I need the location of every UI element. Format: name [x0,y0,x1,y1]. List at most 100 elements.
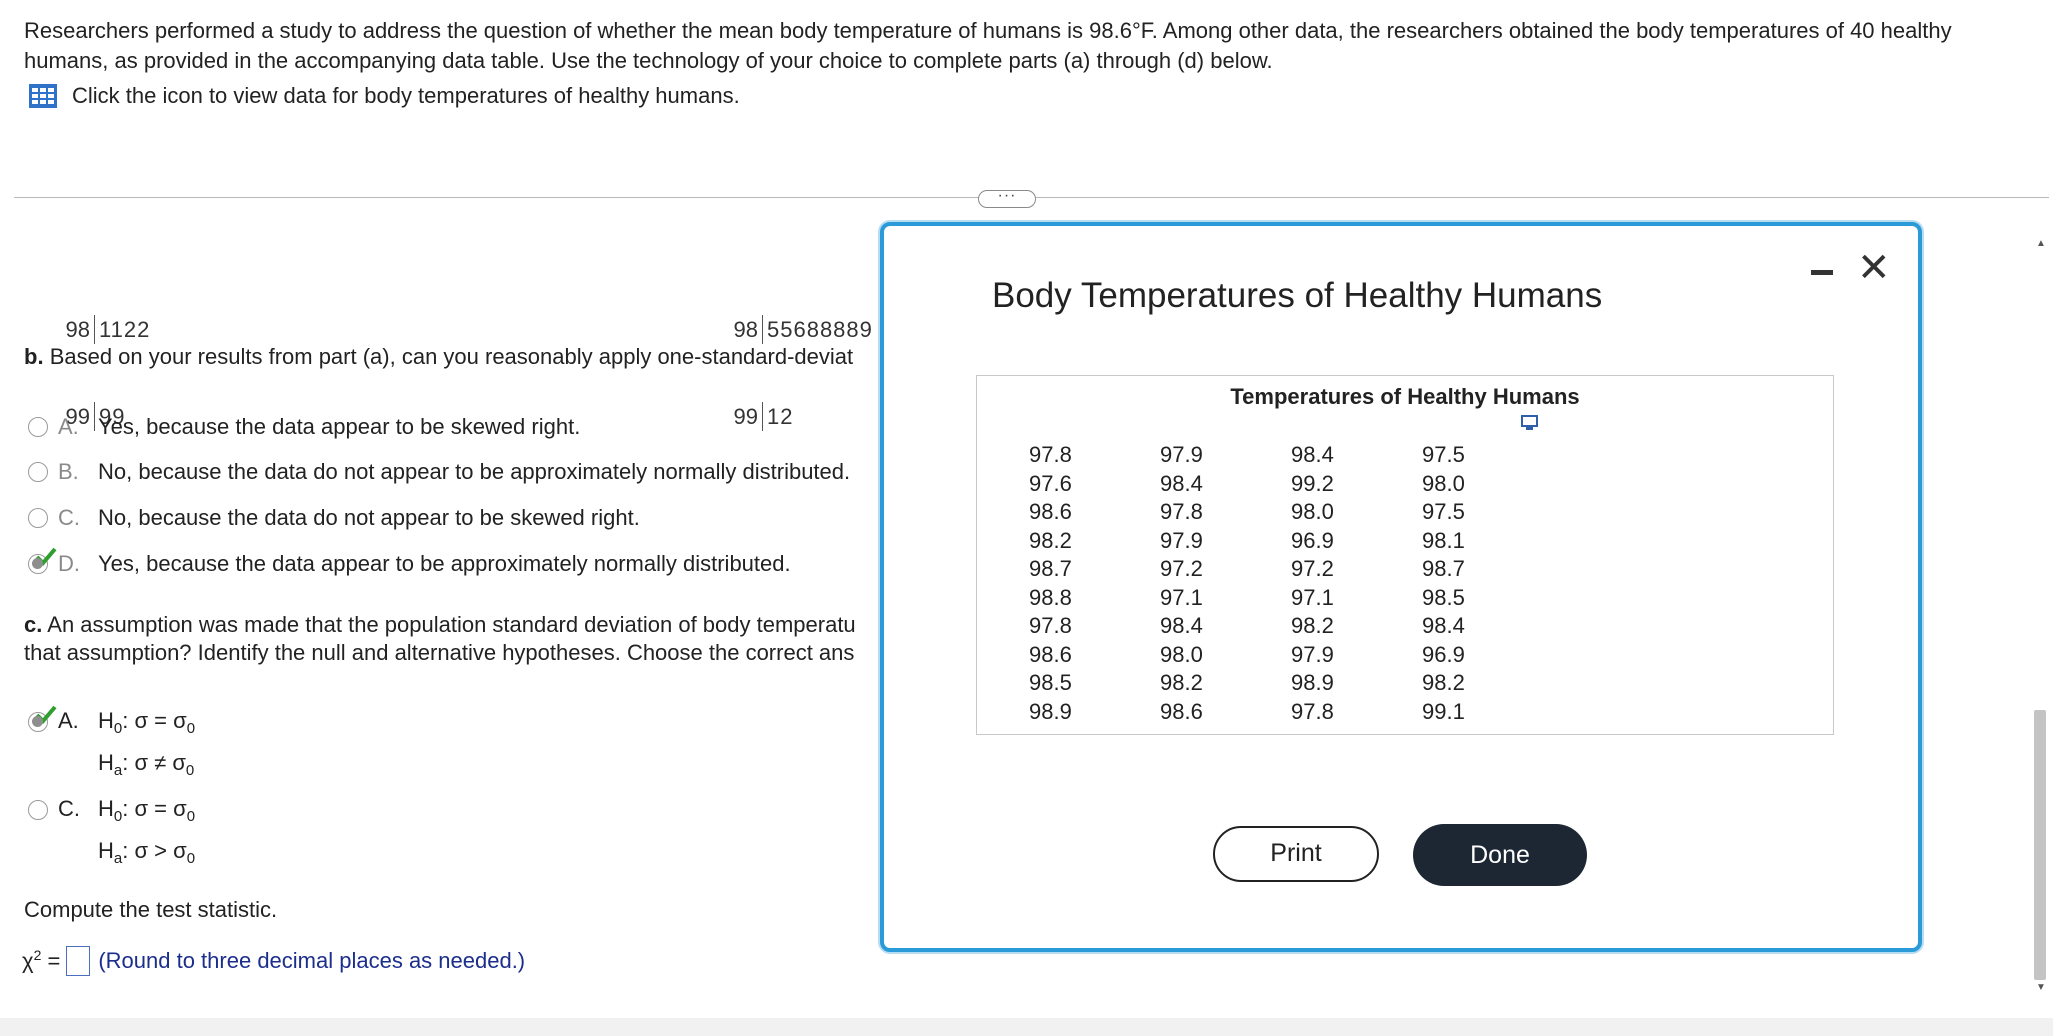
temperature-cell: 97.9 [1160,527,1203,553]
radio-button[interactable] [28,417,48,437]
temperature-cell: 97.9 [1160,442,1203,468]
option-text: No, because the data do not appear to be… [98,459,851,484]
radio-button[interactable] [28,800,48,820]
table-row: 98.2 97.9 96.9 98.1 [1029,527,1553,556]
radio-button-selected[interactable] [28,705,57,732]
temperature-cell: 98.5 [1422,584,1465,610]
table-row: 98.6 97.8 98.0 97.5 [1029,498,1553,527]
close-icon[interactable]: ✕ [1857,248,1891,288]
alternative-hypothesis: Ha: σ > σ0 [98,838,196,867]
part-c-option-c[interactable]: C. H0: σ = σ0 Ha: σ > σ0 [28,792,428,876]
part-c-label: c. [24,612,43,637]
temperature-cell: 98.0 [1422,470,1465,496]
copy-to-clipboard-icon[interactable] [1520,414,1540,432]
part-b-question: b. Based on your results from part (a), … [24,344,882,370]
data-table-panel: Temperatures of Healthy Humans 97.8 97.9 9… [976,375,1834,735]
temperature-cell: 97.2 [1291,556,1334,582]
temperature-cell: 98.4 [1291,442,1334,468]
option-letter: A. [58,414,79,439]
temperature-cell: 98.0 [1160,641,1203,667]
temperature-cell: 99.1 [1422,698,1465,724]
temperature-cell: 97.8 [1029,613,1072,639]
table-row: 97.8 98.4 98.2 98.4 [1029,612,1553,641]
temperature-cell: 98.4 [1160,613,1203,639]
part-c-text-line1: An assumption was made that the populati… [47,612,856,637]
part-b-option-a[interactable]: A. Yes, because the data appear to be sk… [28,414,882,440]
minimize-icon[interactable] [1811,270,1833,275]
temperature-cell: 97.5 [1422,442,1465,468]
table-row: 97.6 98.4 99.2 98.0 [1029,470,1553,499]
temperature-cell: 98.9 [1291,670,1334,696]
table-row: 98.6 98.0 97.9 96.9 [1029,641,1553,670]
option-letter: C. [58,796,80,821]
null-hypothesis: H0: σ = σ0 [98,796,196,825]
option-text: No, because the data do not appear to be… [98,505,640,530]
temperature-cell: 97.1 [1291,584,1334,610]
scrollbar-thumb[interactable] [2034,710,2046,980]
temperature-cell: 97.8 [1029,442,1072,468]
radio-button[interactable] [28,462,48,482]
part-c-text-line2: that assumption? Identify the null and a… [24,640,855,665]
temperature-cell: 97.5 [1422,499,1465,525]
temperature-cell: 98.2 [1422,670,1465,696]
expand-collapse-button[interactable]: ··· [978,188,1036,208]
view-data-text[interactable]: Click the icon to view data for body tem… [72,83,740,109]
temperature-table: 97.8 97.9 98.4 97.5 97.6 98.4 99.2 98.0 98.6 97.8… [1029,441,1553,726]
print-button[interactable]: Print [1213,826,1379,882]
temperature-cell: 98.6 [1029,499,1072,525]
view-data-link[interactable]: Click the icon to view data for body tem… [28,83,740,109]
temperature-cell: 97.8 [1160,499,1203,525]
test-statistic-row: χ2 = (Round to three decimal places as n… [22,946,525,976]
temperature-cell: 97.8 [1291,698,1334,724]
option-text: Yes, because the data appear to be appro… [98,551,791,576]
radio-button-selected[interactable] [28,547,57,574]
scroll-down-arrow[interactable]: ▼ [2036,982,2046,993]
part-b-option-d[interactable]: D. Yes, because the data appear to be ap… [28,547,882,577]
temperature-cell: 98.9 [1029,698,1072,724]
temperature-cell: 96.9 [1291,527,1334,553]
table-icon[interactable] [28,83,58,109]
test-statistic-input[interactable] [66,946,91,976]
leaves: 1122 [99,317,151,342]
part-c-question: c. An assumption was made that the popul… [24,611,882,667]
correct-check-icon [35,705,57,724]
part-b-text: Based on your results from part (a), can… [49,344,854,369]
part-b-option-c[interactable]: C. No, because the data do not appear to… [28,505,882,531]
null-hypothesis: H0: σ = σ0 [98,708,196,737]
table-row: 97.8 97.9 98.4 97.5 [1029,441,1553,470]
temperature-cell: 98.8 [1029,584,1072,610]
bottom-strip [0,1018,2053,1036]
option-letter: B. [58,459,79,484]
temperature-cell: 98.4 [1422,613,1465,639]
scroll-up-arrow[interactable]: ▲ [2036,238,2046,249]
part-c-option-a[interactable]: A. H0: σ = σ0 Ha: σ ≠ σ0 [28,704,428,788]
alternative-hypothesis: Ha: σ ≠ σ0 [98,750,195,779]
temperature-cell: 97.1 [1160,584,1203,610]
table-title: Temperatures of Healthy Humans [1230,384,1580,409]
option-letter: D. [58,551,80,576]
temperature-cell: 98.7 [1422,556,1465,582]
hypotheses: H0: σ = σ0 Ha: σ > σ0 [98,792,195,876]
stemplot-row: 98 55688889 [728,315,878,344]
temperature-cell: 98.2 [1029,527,1072,553]
temperature-cell: 96.9 [1422,641,1465,667]
part-b-option-b[interactable]: B. No, because the data do not appear to… [28,459,882,485]
stem: 98 [728,315,763,344]
part-b-label: b. [24,344,44,369]
temperature-cell: 99.2 [1291,470,1334,496]
done-button[interactable]: Done [1413,824,1587,886]
table-row: 98.9 98.6 97.8 99.1 [1029,698,1553,727]
temperature-cell: 98.0 [1291,499,1334,525]
hypotheses: H0: σ = σ0 Ha: σ ≠ σ0 [98,704,195,788]
temperature-cell: 97.9 [1291,641,1334,667]
option-letter: C. [58,505,80,530]
table-row: 98.5 98.2 98.9 98.2 [1029,669,1553,698]
correct-check-icon [35,547,57,566]
leaves: 55688889 [767,317,873,342]
temperature-cell: 98.7 [1029,556,1072,582]
dialog-title: Body Temperatures of Healthy Humans [992,276,1603,315]
option-text: Yes, because the data appear to be skewe… [98,414,581,439]
temperature-cell: 98.6 [1029,641,1072,667]
rounding-hint: (Round to three decimal places as needed… [98,948,526,973]
radio-button[interactable] [28,508,48,528]
